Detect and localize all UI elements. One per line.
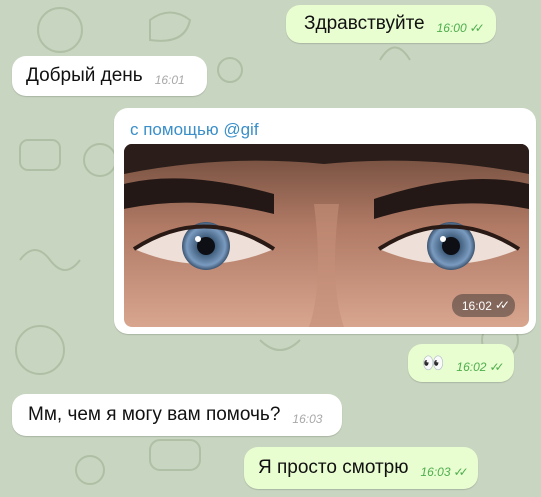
read-check-icon: ✓✓ xyxy=(494,298,510,312)
message-outgoing[interactable]: Здравствуйте 16:00 ✓✓ xyxy=(286,5,496,43)
message-text: Я просто смотрю xyxy=(258,457,409,478)
message-time: 16:03 xyxy=(292,411,323,426)
via-bot-label[interactable]: с помощью @gif xyxy=(114,108,259,140)
read-check-icon: ✓✓ xyxy=(453,464,469,479)
message-incoming[interactable]: Добрый день 16:01 xyxy=(12,56,207,96)
message-time: 16:01 xyxy=(154,72,185,87)
message-text: Добрый день xyxy=(26,65,143,86)
message-time: 16:03 xyxy=(420,464,451,479)
gif-message[interactable]: с помощью @gif 16:02 ✓✓ xyxy=(114,108,536,334)
message-outgoing[interactable]: Я просто смотрю 16:03 ✓✓ xyxy=(244,447,478,489)
message-outgoing[interactable]: 👀 16:02 ✓✓ xyxy=(408,344,514,382)
eyes-emoji: 👀 xyxy=(422,352,445,373)
message-incoming[interactable]: Мм, чем я могу вам помочь? 16:03 xyxy=(12,394,343,436)
gif-media[interactable]: 16:02 ✓✓ xyxy=(124,144,529,327)
read-check-icon: ✓✓ xyxy=(489,359,504,374)
message-time: 16:02 xyxy=(456,359,487,374)
message-text: Здравствуйте xyxy=(304,13,425,34)
message-time: 16:02 xyxy=(461,298,492,313)
read-check-icon: ✓✓ xyxy=(469,20,485,35)
message-time: 16:00 xyxy=(436,20,467,35)
message-text: Мм, чем я могу вам помочь? xyxy=(28,404,281,425)
media-time-badge: 16:02 ✓✓ xyxy=(451,294,515,317)
